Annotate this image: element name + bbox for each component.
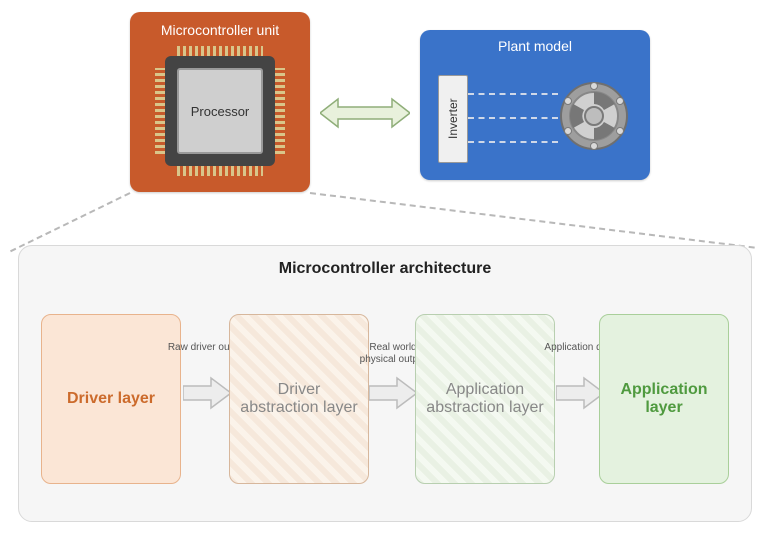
layer-application-abstraction: Application abstraction layer (415, 314, 555, 484)
arrow-1: Raw driver output (183, 376, 231, 410)
plant-title: Plant model (420, 30, 650, 54)
layer-driver-abstraction: Driver abstraction layer (229, 314, 369, 484)
processor-label: Processor (177, 68, 263, 154)
top-row: Microcontroller unit Processor Plant mod… (0, 0, 768, 200)
arrow-right-icon (183, 376, 231, 410)
arrow-3: Application data (556, 376, 604, 410)
motor-wires-icon (468, 85, 558, 151)
arrow-2: Real world physical output (369, 376, 417, 410)
mcu-title: Microcontroller unit (130, 12, 310, 38)
layer-label: Application layer (608, 381, 720, 417)
connector-line-right (310, 192, 755, 249)
motor-icon (558, 80, 630, 152)
inverter-label: Inverter (438, 75, 468, 163)
layer-label: Driver abstraction layer (238, 381, 360, 417)
bidirectional-arrow-icon (320, 96, 410, 130)
layer-driver: Driver layer (41, 314, 181, 484)
mcu-box: Microcontroller unit Processor (130, 12, 310, 192)
plant-box: Plant model Inverter (420, 30, 650, 180)
chip-icon: Processor (165, 56, 275, 166)
architecture-title: Microcontroller architecture (19, 246, 751, 278)
layer-application: Application layer (599, 314, 729, 484)
arrow-right-icon (369, 376, 417, 410)
connector-line-left (10, 192, 130, 252)
layer-label: Application abstraction layer (424, 381, 546, 417)
architecture-panel: Microcontroller architecture Driver laye… (18, 245, 752, 522)
layer-label: Driver layer (67, 390, 155, 408)
arrow-right-icon (556, 376, 604, 410)
layers-row: Driver layer Raw driver output Driver ab… (19, 304, 751, 494)
